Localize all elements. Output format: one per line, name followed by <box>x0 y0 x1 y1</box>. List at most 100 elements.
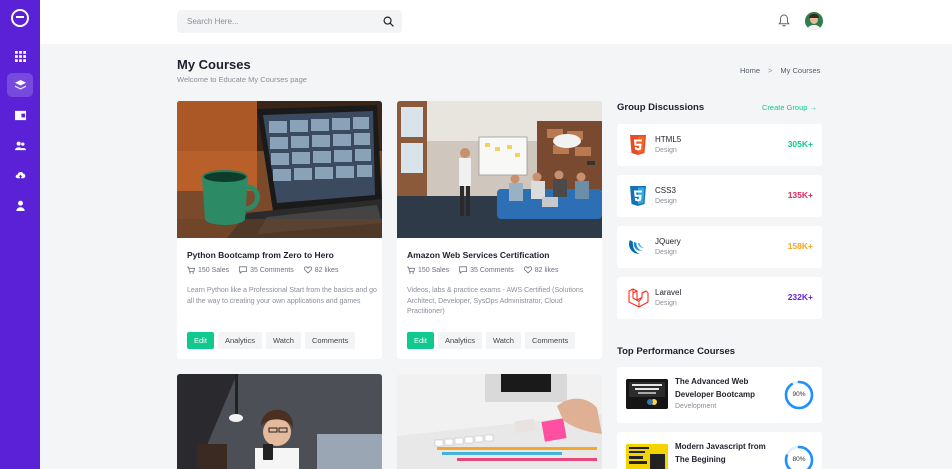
breadcrumb-home[interactable]: Home <box>740 66 760 75</box>
sales-stat: 150 Sales <box>407 266 449 274</box>
cart-icon <box>187 266 195 274</box>
cloud-upload-icon <box>15 171 25 180</box>
course-description: Learn Python like a Professional Start f… <box>187 287 377 305</box>
discussion-name: Laravel <box>655 288 682 297</box>
top-performance-title: Top Performance Courses <box>617 346 736 357</box>
course-description: Videos, labs & practice exams - AWS Cert… <box>407 287 584 315</box>
course-thumbnail <box>626 444 668 469</box>
comments-count: 35 Comments <box>470 266 514 274</box>
bell-icon[interactable] <box>778 14 790 27</box>
discussion-category: Design <box>655 198 677 205</box>
laravel-icon <box>628 288 649 308</box>
course-meta: 150 Sales 35 Comments 82 likes <box>187 266 338 274</box>
performance-course-item[interactable]: Modern Javascript from The Begining 80% <box>617 432 822 469</box>
progress-label: 90% <box>792 391 806 398</box>
likes-count: 82 likes <box>314 266 339 274</box>
sidebar-item-upload[interactable] <box>7 163 33 187</box>
comments-button[interactable]: Comments <box>304 332 356 349</box>
breadcrumb-separator: > <box>768 66 773 75</box>
logo-icon[interactable] <box>11 9 29 27</box>
javascript-book-cover-image <box>626 444 668 469</box>
discussion-item[interactable]: CSS3 Design 135K+ <box>617 175 822 217</box>
course-card: Python Bootcamp from Zero to Hero 150 Sa… <box>177 101 382 359</box>
discussion-category: Design <box>655 147 677 154</box>
course-meta: 150 Sales 35 Comments 82 likes <box>407 266 558 274</box>
search-input[interactable] <box>187 10 367 33</box>
search-icon[interactable] <box>383 16 394 27</box>
discussion-item[interactable]: HTML5 Design 305K+ <box>617 124 822 166</box>
sales-stat: 150 Sales <box>187 266 229 274</box>
discussion-name: CSS3 <box>655 186 676 195</box>
jquery-icon <box>629 240 644 254</box>
course-card-partial[interactable] <box>397 374 602 469</box>
page-subtitle: Welcome to Educate My Courses page <box>177 75 307 84</box>
likes-count: 82 likes <box>534 266 559 274</box>
cloud-users-icon <box>14 141 26 150</box>
oop-book-cover-image <box>626 379 668 409</box>
course-actions: Edit Analytics Watch Comments <box>407 332 576 349</box>
likes-stat: 82 likes <box>523 266 559 274</box>
performance-course-title: Modern Javascript from The Begining <box>675 442 766 464</box>
layers-icon <box>14 79 26 90</box>
discussion-item[interactable]: Laravel Design 232K+ <box>617 277 822 319</box>
create-group-link[interactable]: Create Group → <box>762 103 817 112</box>
laptop-video-call-image <box>177 101 382 238</box>
comments-count: 35 Comments <box>250 266 294 274</box>
discussion-name: HTML5 <box>655 135 682 144</box>
discussion-count: 232K+ <box>787 292 813 302</box>
course-actions: Edit Analytics Watch Comments <box>187 332 356 349</box>
discussion-item[interactable]: JQuery Design 158K+ <box>617 226 822 268</box>
discussion-count: 135K+ <box>787 190 813 200</box>
likes-stat: 82 likes <box>303 266 339 274</box>
woman-phone-image <box>177 374 382 469</box>
comment-icon <box>459 266 468 274</box>
sidebar-item-dashboard[interactable] <box>7 44 33 68</box>
avatar-body <box>807 25 821 30</box>
course-thumbnail <box>626 379 668 409</box>
office-meeting-image <box>397 101 602 238</box>
wallet-icon <box>14 110 26 120</box>
sidebar-item-groups[interactable] <box>7 133 33 157</box>
performance-course-item[interactable]: The Advanced Web Developer Bootcamp Deve… <box>617 367 822 423</box>
avatar-hair <box>809 14 819 18</box>
analytics-button[interactable]: Analytics <box>437 332 482 349</box>
discussion-category: Design <box>655 300 677 307</box>
comments-stat: 35 Comments <box>459 266 514 274</box>
discussion-count: 158K+ <box>787 241 813 251</box>
avatar[interactable] <box>805 12 823 30</box>
comments-button[interactable]: Comments <box>524 332 576 349</box>
desk-planning-image <box>397 374 602 469</box>
html5-icon <box>630 135 646 155</box>
watch-button[interactable]: Watch <box>265 332 301 349</box>
sidebar-item-profile[interactable] <box>7 193 33 217</box>
cart-icon <box>407 266 415 274</box>
course-title[interactable]: Amazon Web Services Certification <box>407 250 550 260</box>
sales-count: 150 Sales <box>418 266 450 274</box>
css3-icon <box>630 186 646 206</box>
course-card-partial[interactable] <box>177 374 382 469</box>
course-card: Amazon Web Services Certification 150 Sa… <box>397 101 602 359</box>
heart-icon <box>523 266 532 274</box>
breadcrumb: Home > My Courses <box>740 66 820 75</box>
progress-label: 80% <box>792 456 806 463</box>
edit-button[interactable]: Edit <box>407 332 434 349</box>
search-box <box>177 10 402 33</box>
sidebar-item-wallet[interactable] <box>7 103 33 127</box>
comments-stat: 35 Comments <box>239 266 294 274</box>
discussion-category: Design <box>655 249 677 256</box>
course-title[interactable]: Python Bootcamp from Zero to Hero <box>187 250 334 260</box>
comment-icon <box>239 266 248 274</box>
course-image[interactable] <box>397 101 602 238</box>
watch-button[interactable]: Watch <box>485 332 521 349</box>
discussion-count: 305K+ <box>787 139 813 149</box>
group-discussions-title: Group Discussions <box>617 102 705 113</box>
sidebar-item-courses[interactable] <box>7 73 33 97</box>
topbar <box>40 0 952 44</box>
discussion-name: JQuery <box>655 237 681 246</box>
page-title: My Courses <box>177 57 251 72</box>
breadcrumb-current: My Courses <box>780 66 821 75</box>
course-image[interactable] <box>177 101 382 238</box>
analytics-button[interactable]: Analytics <box>217 332 262 349</box>
user-icon <box>15 200 25 211</box>
edit-button[interactable]: Edit <box>187 332 214 349</box>
